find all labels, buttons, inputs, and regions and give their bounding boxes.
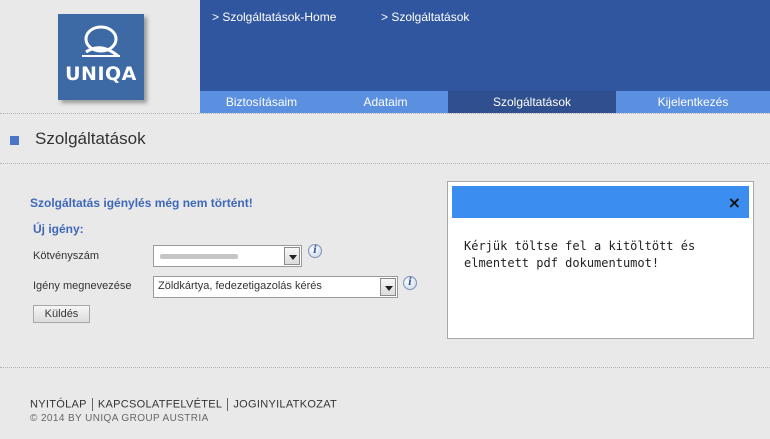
dialog-header: × [452, 186, 749, 218]
tab-biztositasaim[interactable]: Biztosításaim [200, 91, 323, 113]
request-name-label: Igény megnevezése [33, 280, 132, 292]
footer-links: NYITÓLAP KAPCSOLATFELVÉTEL JOGINYILATKOZAT [30, 398, 337, 411]
divider [0, 113, 770, 114]
divider [0, 367, 770, 368]
dialog-message: Kérjük töltse fel a kitöltött és elmente… [464, 239, 696, 270]
page-title: Szolgáltatások [35, 129, 146, 148]
new-request-heading: Új igény: [33, 222, 84, 236]
redacted-policy-number [160, 254, 238, 259]
request-type-select[interactable]: Zöldkártya, fedezetigazolás kérés [153, 276, 398, 298]
footer-separator [91, 398, 93, 411]
uniqa-symbol-icon [82, 25, 120, 58]
request-type-value: Zöldkártya, fedezetigazolás kérés [158, 280, 322, 292]
chevron-down-icon[interactable] [284, 247, 300, 265]
info-icon[interactable]: i [403, 276, 417, 290]
status-notice: Szolgáltatás igénylés még nem történt! [30, 196, 253, 210]
tab-kijelentkezes[interactable]: Kijelentkezés [616, 91, 770, 113]
info-icon[interactable]: i [308, 244, 322, 258]
breadcrumb-home[interactable]: > Szolgáltatások-Home [212, 10, 336, 24]
upload-dialog: × Kérjük töltse fel a kitöltött és elmen… [447, 181, 754, 339]
breadcrumb-current[interactable]: > Szolgáltatások [381, 10, 469, 24]
footer-separator [227, 398, 229, 411]
footer-link-contact[interactable]: KAPCSOLATFELVÉTEL [98, 398, 223, 410]
footer-link-home[interactable]: NYITÓLAP [30, 398, 87, 410]
header-bar: > Szolgáltatások-Home > Szolgáltatások [200, 0, 770, 91]
uniqa-logo[interactable]: UNIQA [58, 14, 144, 100]
chevron-down-icon[interactable] [380, 278, 396, 296]
main-nav: Biztosításaim Adataim Szolgáltatások Kij… [200, 91, 770, 113]
logo-text: UNIQA [65, 63, 137, 85]
close-icon[interactable]: × [728, 193, 741, 212]
title-bullet-icon [10, 136, 19, 145]
policy-number-select[interactable] [153, 245, 302, 267]
tab-adataim[interactable]: Adataim [323, 91, 448, 113]
tab-szolgaltatasok[interactable]: Szolgáltatások [448, 91, 616, 113]
copyright: © 2014 BY UNIQA GROUP AUSTRIA [30, 413, 209, 424]
submit-button[interactable]: Küldés [33, 305, 90, 323]
logo-area: UNIQA [0, 0, 200, 113]
footer-link-legal[interactable]: JOGINYILATKOZAT [233, 398, 337, 410]
policy-number-label: Kötvényszám [33, 250, 100, 262]
divider [0, 163, 770, 164]
